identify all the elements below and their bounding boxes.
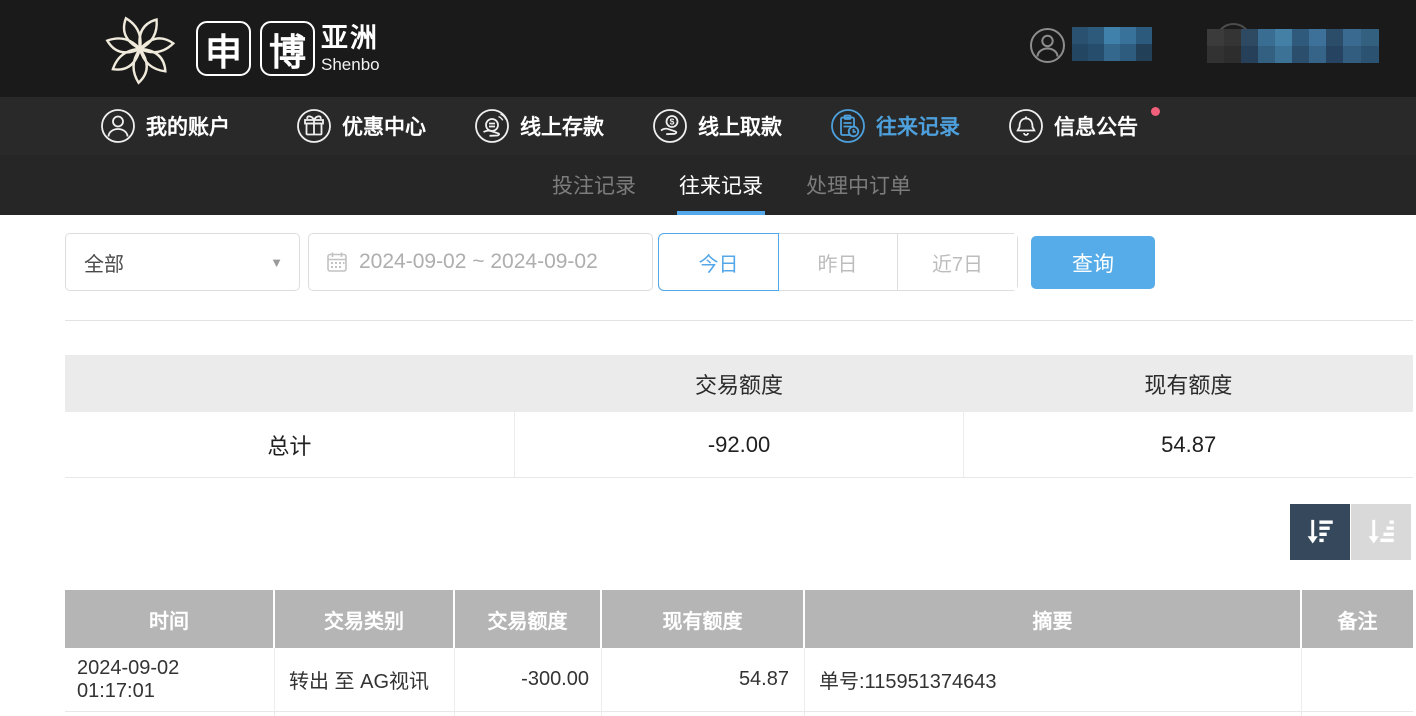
section-divider bbox=[65, 320, 1413, 321]
query-button[interactable]: 查询 bbox=[1031, 236, 1155, 289]
nav-item-announcements[interactable]: 信息公告 bbox=[1008, 108, 1138, 144]
logo-char-box: 博 bbox=[260, 21, 315, 76]
nav-item-my-account[interactable]: 我的账户 bbox=[100, 108, 230, 144]
header-summary: 摘要 bbox=[805, 590, 1302, 648]
tab-processing-orders[interactable]: 处理中订单 bbox=[806, 155, 911, 215]
logo-char: 申 bbox=[205, 22, 242, 76]
summary-transaction-amount-value: -92.00 bbox=[515, 412, 965, 477]
nav-item-online-deposit[interactable]: 线上存款 bbox=[474, 108, 604, 144]
transaction-records-page: 申 博 亚洲 Shenbo bbox=[0, 0, 1416, 716]
cell-empty bbox=[455, 712, 602, 716]
type-select-dropdown[interactable]: 全部 ▼ bbox=[65, 233, 300, 291]
gift-icon bbox=[296, 108, 332, 144]
today-button[interactable]: 今日 bbox=[658, 233, 779, 291]
sort-descending-icon bbox=[1303, 515, 1337, 549]
header-current-balance: 现有额度 bbox=[602, 590, 805, 648]
cell-current-balance: 54.87 bbox=[602, 648, 805, 711]
sort-ascending-icon bbox=[1364, 515, 1398, 549]
table-row-partial bbox=[65, 712, 1413, 716]
quick-date-button-group: 今日 昨日 近7日 bbox=[658, 233, 1018, 291]
nav-label: 线上存款 bbox=[520, 111, 604, 141]
summary-header-empty bbox=[65, 355, 514, 412]
date-range-input[interactable]: 2024-09-02 ~ 2024-09-02 bbox=[308, 233, 653, 291]
sort-ascending-button[interactable] bbox=[1351, 504, 1411, 560]
summary-table-header: 交易额度 现有额度 bbox=[65, 355, 1413, 412]
header-transaction-type: 交易类别 bbox=[275, 590, 455, 648]
withdraw-icon: $ bbox=[652, 108, 688, 144]
tab-label: 往来记录 bbox=[679, 170, 763, 200]
summary-header-current-balance: 现有额度 bbox=[964, 355, 1413, 412]
caret-down-icon: ▼ bbox=[270, 255, 283, 270]
quick-button-label: 昨日 bbox=[818, 248, 858, 277]
tab-transaction-records[interactable]: 往来记录 bbox=[679, 155, 763, 215]
brand-logo[interactable]: 申 博 亚洲 Shenbo bbox=[92, 2, 380, 95]
cell-note bbox=[1302, 648, 1413, 711]
logo-region-cn: 亚洲 bbox=[321, 25, 380, 52]
calendar-icon bbox=[325, 250, 349, 274]
cell-empty bbox=[602, 712, 805, 716]
nav-item-promotions[interactable]: 优惠中心 bbox=[296, 108, 426, 144]
deposit-icon bbox=[474, 108, 510, 144]
type-select-value: 全部 bbox=[84, 248, 124, 277]
sort-descending-button[interactable] bbox=[1290, 504, 1350, 560]
nav-label: 线上取款 bbox=[698, 111, 782, 141]
summary-total-label: 总计 bbox=[65, 412, 515, 477]
cell-empty bbox=[805, 712, 1302, 716]
cell-transaction-type: 转出 至 AG视讯 bbox=[275, 648, 455, 711]
date-range-value: 2024-09-02 ~ 2024-09-02 bbox=[359, 250, 598, 274]
quick-button-label: 近7日 bbox=[932, 248, 983, 277]
logo-region-text: 亚洲 Shenbo bbox=[321, 25, 380, 73]
cell-transaction-amount: -300.00 bbox=[455, 648, 602, 711]
nav-label: 信息公告 bbox=[1054, 111, 1138, 141]
tab-label: 投注记录 bbox=[552, 170, 636, 200]
top-header-bar: 申 博 亚洲 Shenbo bbox=[0, 0, 1416, 97]
nav-label: 优惠中心 bbox=[342, 111, 426, 141]
logo-char-box: 申 bbox=[196, 21, 251, 76]
cell-time: 2024-09-02 01:17:01 bbox=[65, 648, 275, 711]
cell-empty bbox=[1302, 712, 1413, 716]
query-button-label: 查询 bbox=[1072, 248, 1114, 278]
records-icon bbox=[830, 108, 866, 144]
sub-navigation: 投注记录 往来记录 处理中订单 bbox=[0, 155, 1416, 215]
cell-empty bbox=[65, 712, 275, 716]
header-note: 备注 bbox=[1302, 590, 1413, 648]
flower-logo-icon bbox=[92, 3, 188, 95]
tab-label: 处理中订单 bbox=[806, 170, 911, 200]
sort-controls bbox=[1290, 504, 1411, 560]
records-table-header: 时间 交易类别 交易额度 现有额度 摘要 备注 bbox=[65, 590, 1413, 648]
svg-text:$: $ bbox=[670, 117, 675, 127]
cell-summary: 单号:115951374643 bbox=[805, 648, 1302, 711]
nav-item-online-withdrawal[interactable]: $ 线上取款 bbox=[652, 108, 782, 144]
nav-item-transaction-records[interactable]: 往来记录 bbox=[830, 108, 960, 144]
summary-current-balance-value: 54.87 bbox=[964, 412, 1413, 477]
user-info-area bbox=[996, 0, 1416, 97]
quick-button-label: 今日 bbox=[699, 248, 739, 277]
account-icon bbox=[100, 108, 136, 144]
main-navigation: 我的账户 优惠中心 bbox=[0, 97, 1416, 155]
nav-label: 往来记录 bbox=[876, 111, 960, 141]
logo-region-en: Shenbo bbox=[321, 56, 380, 73]
summary-header-transaction-amount: 交易额度 bbox=[514, 355, 963, 412]
record-tabs: 投注记录 往来记录 处理中订单 bbox=[552, 155, 911, 215]
blurred-balance bbox=[1207, 29, 1379, 63]
summary-total-row: 总计 -92.00 54.87 bbox=[65, 412, 1413, 478]
cell-empty bbox=[275, 712, 455, 716]
bell-icon bbox=[1008, 108, 1044, 144]
nav-label: 我的账户 bbox=[146, 111, 230, 141]
header-transaction-amount: 交易额度 bbox=[455, 590, 602, 648]
header-time: 时间 bbox=[65, 590, 275, 648]
table-row: 2024-09-02 01:17:01 转出 至 AG视讯 -300.00 54… bbox=[65, 648, 1413, 712]
summary-table: 交易额度 现有额度 总计 -92.00 54.87 bbox=[65, 355, 1413, 478]
notification-dot bbox=[1151, 107, 1160, 116]
tab-betting-records[interactable]: 投注记录 bbox=[552, 155, 636, 215]
records-table: 时间 交易类别 交易额度 现有额度 摘要 备注 2024-09-02 01:17… bbox=[65, 590, 1413, 716]
user-avatar-icon[interactable] bbox=[1029, 27, 1066, 64]
last-7-days-button[interactable]: 近7日 bbox=[898, 234, 1017, 290]
yesterday-button[interactable]: 昨日 bbox=[778, 234, 898, 290]
logo-char: 博 bbox=[269, 22, 306, 76]
blurred-username bbox=[1072, 27, 1152, 61]
